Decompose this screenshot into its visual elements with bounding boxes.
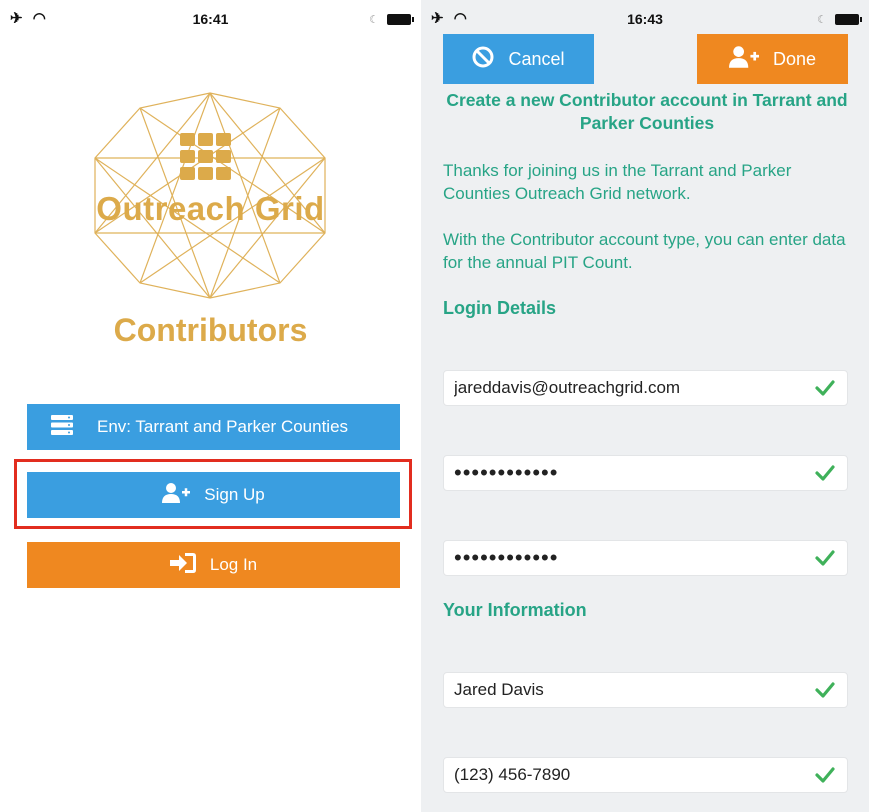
phone-value: (123) 456-7890 — [454, 765, 571, 784]
server-icon — [51, 414, 73, 440]
ban-icon — [472, 46, 494, 73]
login-details-heading: Login Details — [443, 298, 557, 318]
user-plus-icon — [728, 45, 759, 73]
environment-label: Env: Tarrant and Parker Counties — [97, 417, 349, 436]
account-type-text: With the Contributor account type, you c… — [443, 230, 846, 272]
logo-text: Outreach Grid — [96, 190, 325, 227]
status-bar: ✈ ◠ 16:43 ☾ — [421, 0, 869, 36]
done-label: Done — [772, 48, 817, 69]
name-value: Jared Davis — [454, 680, 544, 699]
sign-in-icon — [169, 552, 196, 578]
log-in-button[interactable]: Log In — [27, 542, 400, 588]
email-value: jareddavis@outreachgrid.com — [454, 378, 681, 397]
check-icon — [815, 680, 835, 705]
name-field[interactable]: Jared Davis — [443, 672, 848, 708]
status-time: 16:41 — [192, 11, 229, 27]
log-in-label: Log In — [209, 555, 258, 574]
app-subtitle: Contributors — [113, 312, 308, 348]
confirm-password-value: •••••••••••• — [454, 547, 559, 569]
email-field[interactable]: jareddavis@outreachgrid.com — [443, 370, 848, 406]
check-icon — [815, 463, 835, 488]
battery-icon: ☾ — [369, 11, 414, 26]
check-icon — [815, 765, 835, 790]
signup-landing-screen: ✈ ◠ 16:41 ☾ Outreach Grid Contributors E… — [0, 0, 421, 812]
status-time: 16:43 — [627, 11, 663, 27]
check-icon — [815, 548, 835, 573]
password-field[interactable]: •••••••••••• — [443, 455, 848, 491]
environment-button[interactable]: Env: Tarrant and Parker Counties — [27, 404, 400, 450]
phone-field[interactable]: (123) 456-7890 — [443, 757, 848, 793]
cancel-label: Cancel — [508, 48, 565, 69]
confirm-password-field[interactable]: •••••••••••• — [443, 540, 848, 576]
highlight-box — [14, 459, 412, 529]
welcome-text: Thanks for joining us in the Tarrant and… — [443, 161, 792, 203]
create-account-screen: ✈ ◠ 16:43 ☾ Cancel Done Create a new Con… — [421, 0, 869, 812]
done-button[interactable]: Done — [697, 34, 848, 84]
check-icon — [815, 378, 835, 403]
page-title: Create a new Contributor account in Tarr… — [446, 90, 848, 133]
password-value: •••••••••••• — [454, 462, 559, 484]
cancel-button[interactable]: Cancel — [443, 34, 594, 84]
battery-icon: ☾ — [817, 11, 862, 26]
your-information-heading: Your Information — [443, 600, 587, 620]
status-bar: ✈ ◠ 16:41 ☾ — [0, 0, 421, 36]
